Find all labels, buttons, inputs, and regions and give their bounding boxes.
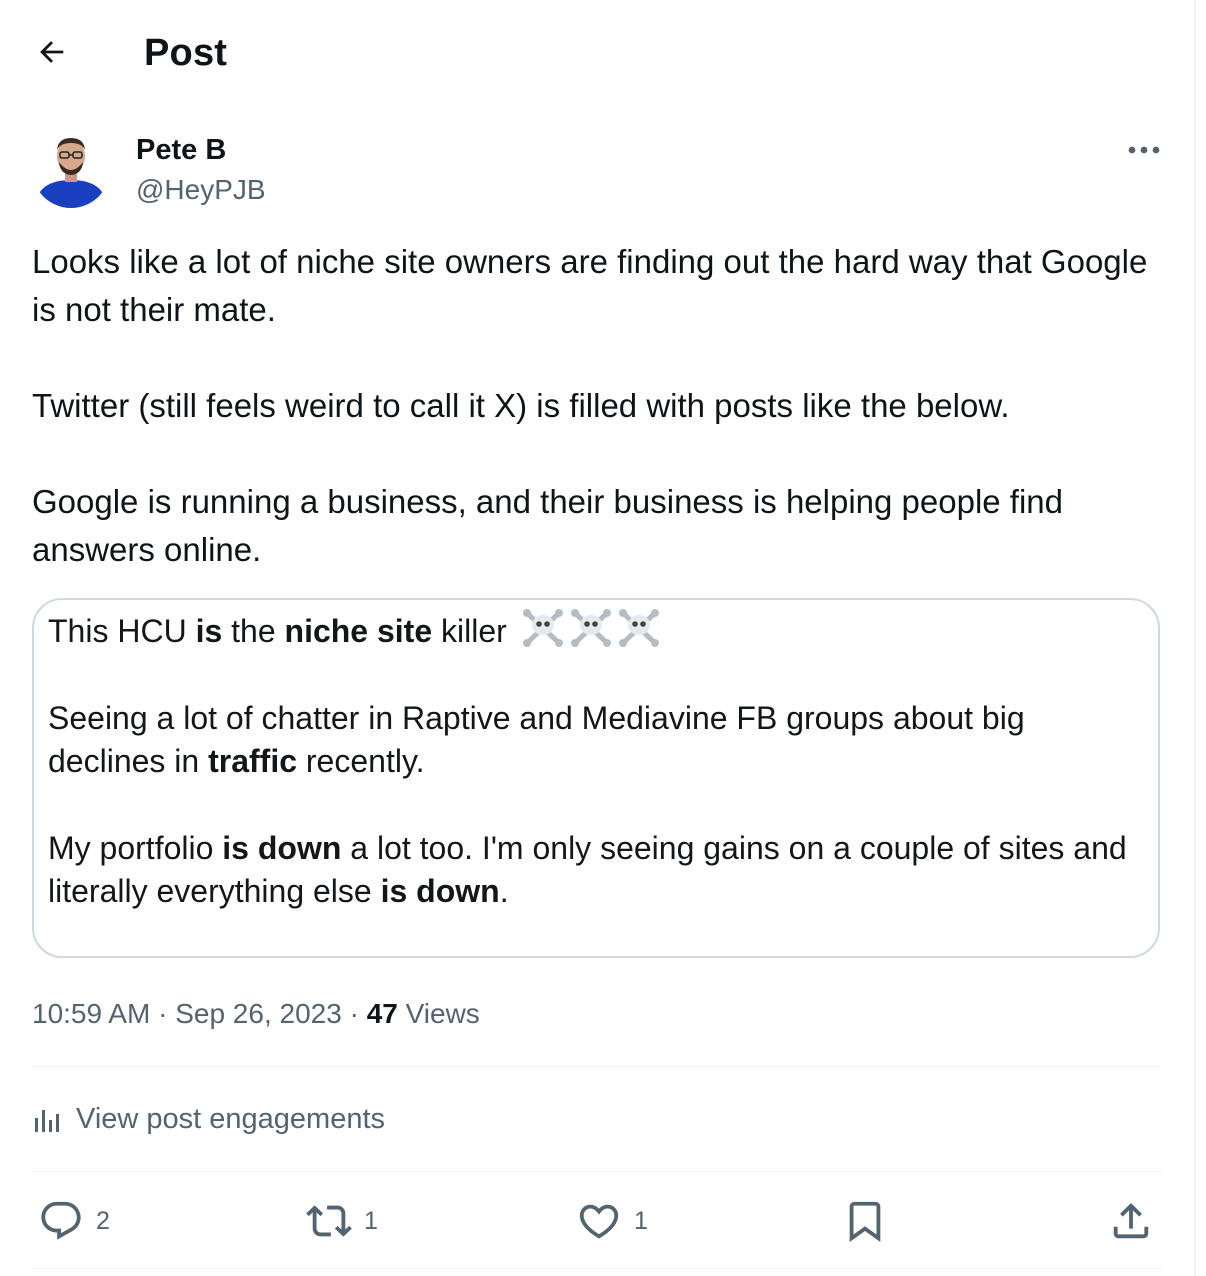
page-title: Post: [144, 32, 228, 74]
share-icon: [1113, 1202, 1149, 1239]
post-paragraph: Looks like a lot of niche site owners ar…: [32, 243, 1148, 328]
action-bar: 2 1 1: [32, 1194, 1162, 1248]
skull-crossbones-icon: [570, 606, 612, 648]
post-date[interactable]: Sep 26, 2023: [175, 998, 342, 1029]
view-engagements-label: View post engagements: [76, 1102, 386, 1135]
divider: [32, 1171, 1162, 1172]
author-name[interactable]: Pete B: [136, 132, 226, 168]
embedded-image-text: This HCU is the niche site killer Seeing…: [48, 606, 1128, 913]
repost-button[interactable]: 1: [306, 1194, 378, 1248]
post-time[interactable]: 10:59 AM: [32, 998, 150, 1029]
post-paragraph: Twitter (still feels weird to call it X)…: [32, 387, 1010, 424]
text-bold: is down: [222, 830, 342, 866]
views-label: Views: [397, 998, 480, 1029]
views-count: 47: [366, 998, 398, 1029]
skull-crossbones-icon: [522, 606, 564, 648]
avatar[interactable]: [32, 130, 110, 208]
text-segment: This HCU: [48, 613, 196, 649]
back-button[interactable]: [22, 24, 82, 80]
bookmark-button[interactable]: [842, 1194, 888, 1248]
embedded-line-2: Seeing a lot of chatter in Raptive and M…: [48, 697, 1128, 783]
heart-icon: [579, 1204, 619, 1239]
like-button[interactable]: 1: [576, 1194, 648, 1248]
reply-icon: [41, 1201, 81, 1240]
text-segment: .: [499, 873, 509, 909]
author-handle[interactable]: @HeyPJB: [136, 172, 266, 208]
text-segment: Seeing a lot of chatter in Raptive and M…: [48, 700, 1025, 779]
skull-crossbones-icon: [618, 606, 660, 648]
more-horizontal-icon: [1128, 146, 1160, 154]
bar-chart-icon: [35, 1110, 59, 1132]
column-border: [1194, 0, 1196, 1276]
post-text: Looks like a lot of niche site owners ar…: [32, 238, 1172, 574]
divider: [32, 1268, 1162, 1269]
reply-button[interactable]: 2: [38, 1194, 110, 1248]
view-engagements-link[interactable]: View post engagements: [32, 1098, 385, 1140]
embedded-line-3: My portfolio is down a lot too. I'm only…: [48, 827, 1128, 913]
text-bold: niche site: [284, 613, 433, 649]
separator: ·: [341, 998, 367, 1029]
text-bold: traffic: [208, 743, 297, 779]
post-paragraph: Google is running a business, and their …: [32, 483, 1064, 568]
repost-icon: [306, 1205, 352, 1237]
bookmark-icon: [849, 1201, 881, 1242]
text-segment: My portfolio: [48, 830, 223, 866]
like-count: 1: [634, 1206, 648, 1235]
post-meta: 10:59 AM · Sep 26, 2023 · 47 Views: [32, 994, 480, 1034]
divider: [32, 1066, 1162, 1067]
embedded-image-card[interactable]: This HCU is the niche site killer Seeing…: [32, 598, 1160, 958]
text-bold: is: [195, 613, 223, 649]
reply-count: 2: [96, 1206, 110, 1235]
share-button[interactable]: [1108, 1194, 1154, 1248]
separator: ·: [150, 998, 176, 1029]
text-segment: recently.: [297, 743, 425, 779]
text-segment: killer: [432, 613, 507, 649]
text-bold: is down: [380, 873, 500, 909]
more-options-button[interactable]: [1118, 128, 1170, 172]
embedded-line-1: This HCU is the niche site killer: [48, 606, 1128, 653]
text-segment: the: [222, 613, 285, 649]
repost-count: 1: [364, 1206, 378, 1235]
arrow-left-icon: [40, 41, 64, 63]
